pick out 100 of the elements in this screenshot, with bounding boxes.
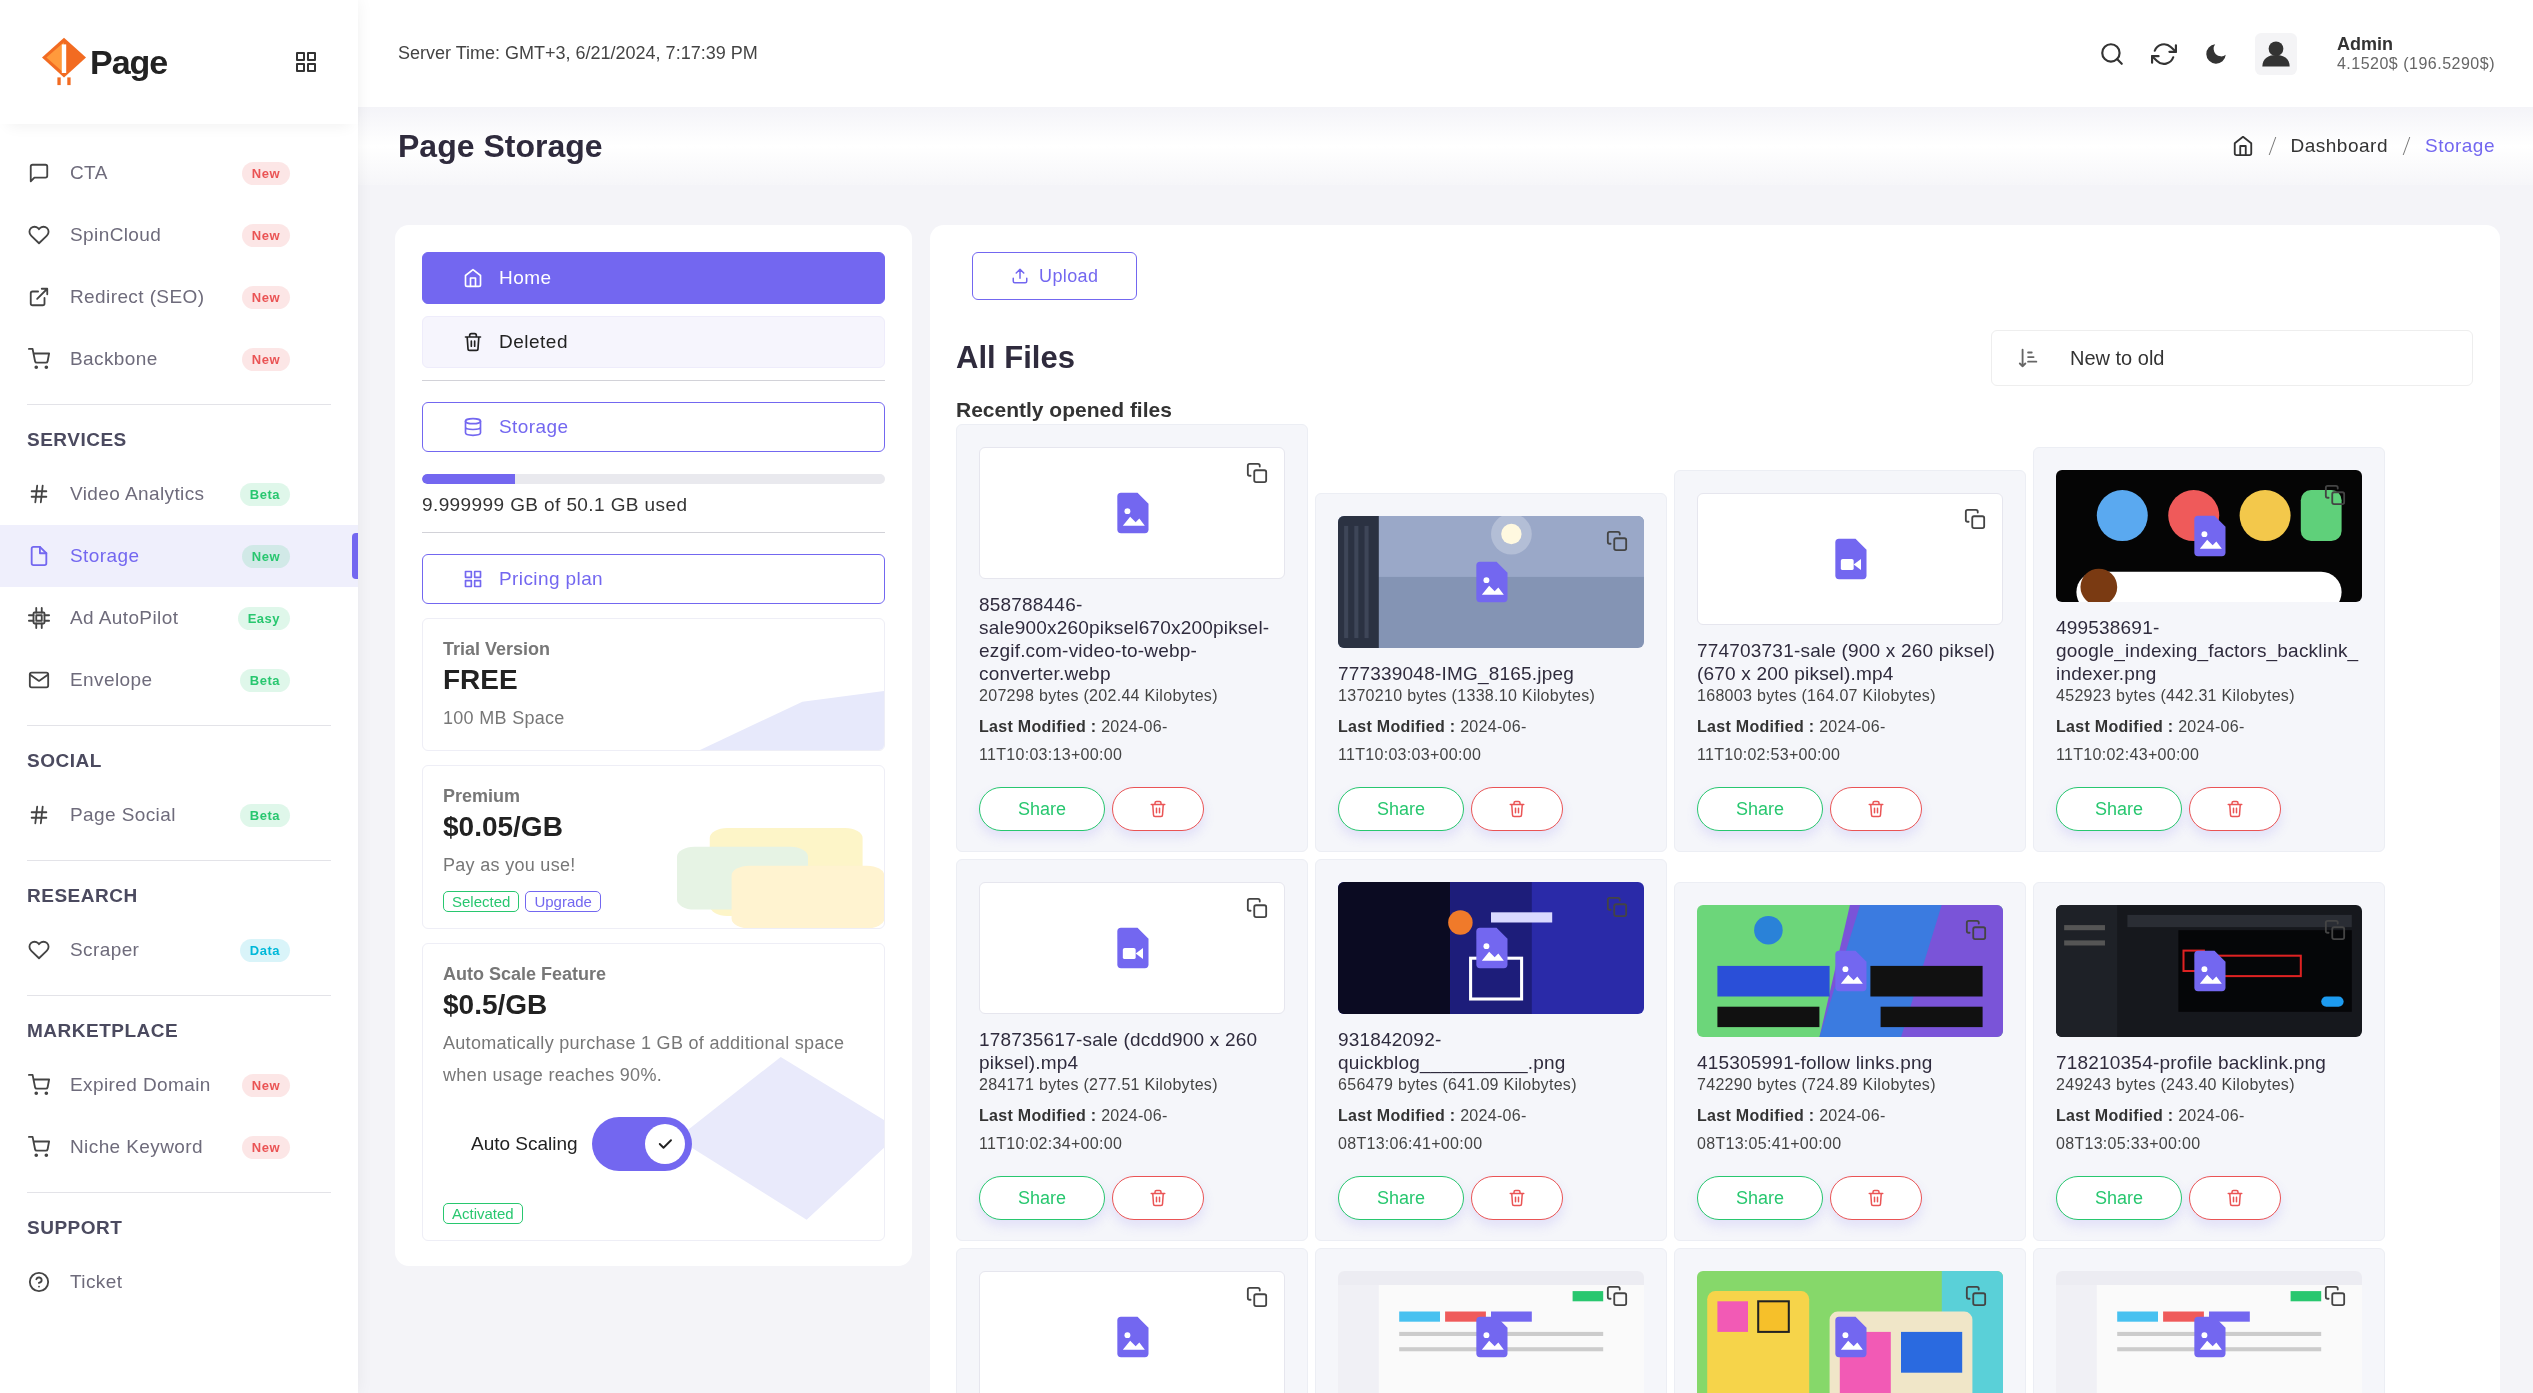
grid-icon[interactable] — [294, 50, 318, 74]
sort-dropdown[interactable]: New to old — [1991, 330, 2473, 386]
logo-text: Page — [90, 42, 168, 82]
sidebar-item[interactable]: Storage New — [0, 525, 358, 587]
nav-button[interactable]: Deleted — [422, 316, 885, 368]
badge: New — [241, 544, 290, 568]
trash-icon — [1149, 800, 1167, 818]
file-icon — [28, 545, 50, 567]
home-icon — [463, 268, 483, 288]
section-heading: SUPPORT — [26, 1216, 124, 1240]
last-modified: Last Modified : 2024-06-08T13:05:33+00:00 — [2056, 1106, 2246, 1154]
user-balance: 4.1520$ (196.5290$) — [2336, 55, 2495, 73]
sidebar-item[interactable]: Ticket — [0, 1251, 358, 1313]
sidebar-item[interactable]: Envelope Beta — [0, 649, 358, 711]
sidebar-item[interactable]: Niche Keyword New — [0, 1116, 358, 1178]
refresh-icon[interactable] — [2150, 40, 2177, 67]
home-icon[interactable] — [2231, 135, 2254, 157]
sidebar-item[interactable]: CTA New — [0, 142, 358, 204]
file-size: 1370210 bytes (1338.10 Kilobytes) — [1338, 687, 1597, 705]
file-name: 858788446-sale900x260piksel670x200piksel-ezgif.com-video-to-webp-converter.webp — [979, 593, 1271, 685]
section-heading: RESEARCH — [26, 884, 139, 908]
copy-icon[interactable] — [1246, 1286, 1268, 1308]
sidebar-item[interactable]: Page Social Beta — [0, 784, 358, 846]
delete-button[interactable] — [2189, 787, 2281, 831]
help-icon — [28, 1271, 50, 1293]
page-title: Page Storage — [398, 127, 603, 165]
server-time: Server Time: GMT+3, 6/21/2024, 7:17:39 PM — [398, 43, 758, 64]
breadcrumb-link[interactable]: Dashboard — [2290, 135, 2388, 157]
delete-button[interactable] — [1830, 1176, 1922, 1220]
mail-icon — [28, 669, 50, 691]
message-icon — [28, 162, 50, 184]
copy-icon[interactable] — [2324, 484, 2346, 506]
trash-icon — [1508, 800, 1526, 818]
file-name: 499538691-google_indexing_factors_backlink_indexer.png — [2056, 616, 2360, 685]
tag: Selected — [443, 891, 520, 912]
badge: Beta — [239, 482, 290, 506]
search-icon[interactable] — [2098, 40, 2125, 67]
delete-button[interactable] — [1112, 787, 1204, 831]
badge: New — [241, 347, 290, 371]
nav-button[interactable]: Home — [422, 252, 885, 304]
delete-button[interactable] — [2189, 1176, 2281, 1220]
upload-button[interactable]: Upload — [972, 252, 1138, 300]
delete-button[interactable] — [1112, 1176, 1204, 1220]
avatar-icon[interactable] — [2254, 32, 2297, 75]
plan-title: Trial Version — [443, 639, 552, 660]
cart-icon — [28, 1136, 50, 1158]
section-heading: MARKETPLACE — [26, 1019, 180, 1043]
sidebar-item[interactable]: Redirect (SEO) New — [0, 266, 358, 328]
file-name: 931842092-quickblog__________.png — [1338, 1028, 1567, 1074]
storage-button[interactable]: Storage — [422, 402, 885, 452]
toggle-switch[interactable] — [591, 1117, 692, 1171]
badge: Beta — [239, 668, 290, 692]
last-modified: Last Modified : 2024-06-11T10:02:43+00:00 — [2056, 717, 2246, 765]
copy-icon[interactable] — [2324, 1285, 2346, 1307]
badge: Easy — [237, 606, 290, 630]
tag: Activated — [443, 1203, 523, 1224]
subsection-title: Recently opened files — [956, 398, 1173, 422]
delete-button[interactable] — [1830, 787, 1922, 831]
database-icon — [463, 417, 483, 437]
badge: New — [241, 161, 290, 185]
section-heading: SERVICES — [26, 428, 128, 452]
last-modified: Last Modified : 2024-06-11T10:02:34+00:00 — [979, 1106, 1169, 1154]
pricing-button[interactable]: Pricing plan — [422, 554, 885, 604]
chip-icon — [28, 607, 50, 629]
sidebar-item[interactable]: Ad AutoPilot Easy — [0, 587, 358, 649]
last-modified: Last Modified : 2024-06-11T10:02:53+00:00 — [1697, 717, 1887, 765]
sidebar-item[interactable]: Backbone New — [0, 328, 358, 390]
cart-icon — [28, 1074, 50, 1096]
delete-button[interactable] — [1471, 1176, 1563, 1220]
copy-icon[interactable] — [1964, 508, 1986, 530]
copy-icon[interactable] — [1606, 1285, 1628, 1307]
file-size: 742290 bytes (724.89 Kilobytes) — [1697, 1076, 1937, 1094]
plan-title: Auto Scale Feature — [443, 964, 608, 985]
plan-price: FREE — [443, 664, 519, 696]
grid-icon — [463, 569, 483, 589]
trash-icon — [2226, 1189, 2244, 1207]
sidebar-item[interactable]: SpinCloud New — [0, 204, 358, 266]
delete-button[interactable] — [1471, 787, 1563, 831]
badge: Data — [239, 938, 290, 962]
badge: New — [241, 223, 290, 247]
last-modified: Last Modified : 2024-06-08T13:06:41+00:00 — [1338, 1106, 1528, 1154]
plan-description: Automatically purchase 1 GB of additional space when usage reaches 90%. — [443, 1032, 846, 1087]
copy-icon[interactable] — [1246, 462, 1268, 484]
sidebar-item[interactable]: Scraper Data — [0, 919, 358, 981]
usage-text: 9.999999 GB of 50.1 GB used — [422, 494, 689, 516]
sidebar-item[interactable]: Video Analytics Beta — [0, 463, 358, 525]
copy-icon[interactable] — [1246, 897, 1268, 919]
copy-icon[interactable] — [1965, 1285, 1987, 1307]
tag: Upgrade — [525, 891, 601, 912]
breadcrumb-link[interactable]: Storage — [2424, 135, 2495, 157]
hash-icon — [28, 804, 50, 826]
trash-icon — [1867, 800, 1885, 818]
badge: New — [241, 285, 290, 309]
external-link-icon — [28, 286, 50, 308]
plan-title: Premium — [443, 786, 522, 807]
upload-icon — [1011, 267, 1029, 285]
trash-icon — [1867, 1189, 1885, 1207]
sidebar-item[interactable]: Expired Domain New — [0, 1054, 358, 1116]
badge: Beta — [239, 803, 290, 827]
heart-icon — [28, 224, 50, 246]
